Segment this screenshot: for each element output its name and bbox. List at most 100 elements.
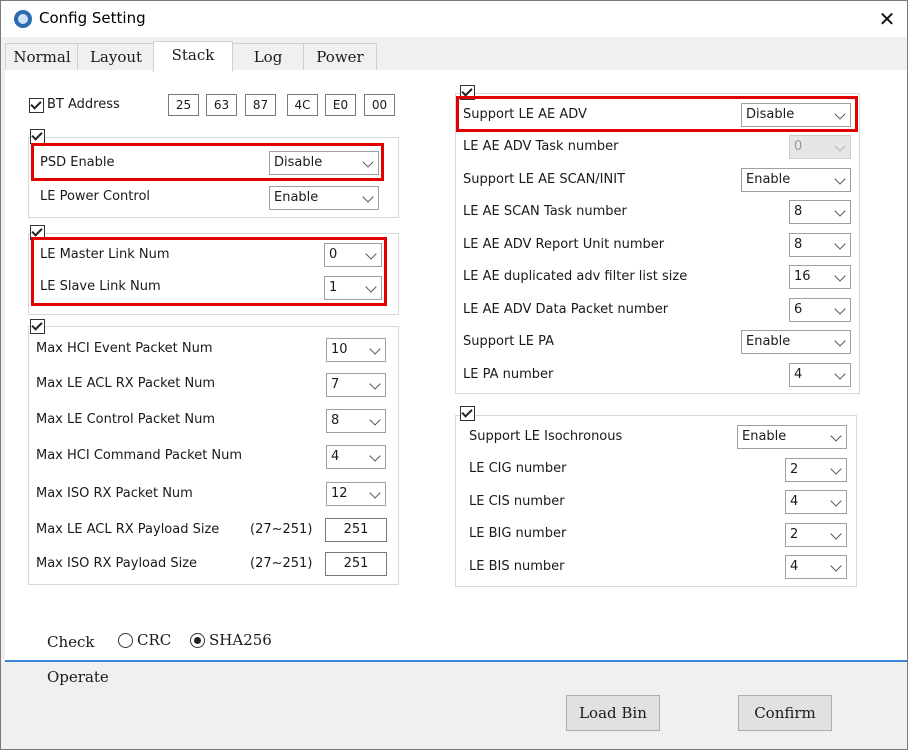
max-hci-command-packet-num-select[interactable]: 4 <box>326 445 386 469</box>
bt-address-byte-3[interactable]: 87 <box>245 94 276 116</box>
le-bis-number-label: LE BIS number <box>469 559 565 574</box>
max-iso-rx-packet-num-select[interactable]: 12 <box>326 482 386 506</box>
operate-label: Operate <box>47 668 109 686</box>
le-ae-adv-data-packet-number-value: 6 <box>794 302 803 317</box>
config-setting-window: Config Setting ✕ Normal Layout Stack Log… <box>0 0 908 750</box>
chevron-down-icon <box>369 414 381 426</box>
support-le-isochronous-value: Enable <box>742 429 787 444</box>
bt-address-byte-1[interactable]: 25 <box>168 94 199 116</box>
le-power-control-select[interactable]: Enable <box>269 186 379 210</box>
max-le-control-packet-num-value: 8 <box>331 413 340 428</box>
le-cis-number-select[interactable]: 4 <box>785 490 847 514</box>
tab-log[interactable]: Log <box>231 43 305 70</box>
chevron-down-icon <box>834 140 846 152</box>
iso-payload-range: (27~251) <box>250 556 313 571</box>
le-cis-number-label: LE CIS number <box>469 494 565 509</box>
chevron-down-icon <box>834 270 846 282</box>
le-pa-number-select[interactable]: 4 <box>789 363 851 387</box>
close-icon[interactable]: ✕ <box>869 5 905 33</box>
max-hci-command-packet-num-label: Max HCI Command Packet Num <box>36 448 243 463</box>
bt-address-byte-6[interactable]: 00 <box>364 94 395 116</box>
tab-power[interactable]: Power <box>303 43 377 70</box>
le-big-number-label: LE BIG number <box>469 526 567 541</box>
support-le-pa-select[interactable]: Enable <box>741 330 851 354</box>
max-le-acl-rx-packet-num-value: 7 <box>331 377 340 392</box>
max-iso-rx-payload-size-input[interactable]: 251 <box>325 552 387 576</box>
support-le-ae-scan-init-value: Enable <box>746 172 791 187</box>
psd-group-checkbox[interactable] <box>30 129 45 144</box>
support-le-isochronous-select[interactable]: Enable <box>737 425 847 449</box>
packet-group-checkbox[interactable] <box>30 319 45 334</box>
sha256-radio[interactable] <box>190 633 205 648</box>
tab-normal[interactable]: Normal <box>5 43 79 70</box>
le-ae-duplicated-adv-filter-list-size-value: 16 <box>794 269 811 284</box>
confirm-button[interactable]: Confirm <box>738 695 832 731</box>
support-le-ae-scan-init-label: Support LE AE SCAN/INIT <box>463 172 626 187</box>
max-le-control-packet-num-select[interactable]: 8 <box>326 409 386 433</box>
chevron-down-icon <box>834 173 846 185</box>
le-cig-number-value: 2 <box>790 462 799 477</box>
chevron-down-icon <box>834 238 846 250</box>
le-ae-duplicated-adv-filter-list-size-select[interactable]: 16 <box>789 265 851 289</box>
le-pa-number-label: LE PA number <box>463 367 554 382</box>
max-hci-event-packet-num-select[interactable]: 10 <box>326 338 386 362</box>
le-ae-adv-report-unit-number-select[interactable]: 8 <box>789 233 851 257</box>
chevron-down-icon <box>834 205 846 217</box>
le-cig-number-select[interactable]: 2 <box>785 458 847 482</box>
le-bis-number-value: 4 <box>790 559 799 574</box>
chevron-down-icon <box>830 528 842 540</box>
app-logo-icon <box>14 10 32 28</box>
max-le-acl-rx-packet-num-select[interactable]: 7 <box>326 373 386 397</box>
le-big-number-select[interactable]: 2 <box>785 523 847 547</box>
le-ae-adv-data-packet-number-label: LE AE ADV Data Packet number <box>463 302 669 317</box>
bt-address-byte-5[interactable]: E0 <box>325 94 356 116</box>
sha256-radio-label: SHA256 <box>209 631 272 649</box>
chevron-down-icon <box>834 303 846 315</box>
le-power-control-value: Enable <box>274 190 319 205</box>
support-le-isochronous-label: Support LE Isochronous <box>469 429 623 444</box>
support-le-pa-label: Support LE PA <box>463 334 555 349</box>
load-bin-button[interactable]: Load Bin <box>566 695 660 731</box>
chevron-down-icon <box>830 495 842 507</box>
le-ae-scan-task-number-label: LE AE SCAN Task number <box>463 204 627 219</box>
le-big-number-value: 2 <box>790 527 799 542</box>
le-pa-number-value: 4 <box>794 367 803 382</box>
max-le-acl-rx-payload-size-label: Max LE ACL RX Payload Size <box>36 522 220 537</box>
max-hci-command-packet-num-value: 4 <box>331 449 340 464</box>
le-cig-number-label: LE CIG number <box>469 461 567 476</box>
chevron-down-icon <box>830 560 842 572</box>
chevron-down-icon <box>362 191 374 203</box>
tab-stack[interactable]: Stack <box>153 41 233 72</box>
max-iso-rx-packet-num-value: 12 <box>331 486 348 501</box>
max-le-acl-rx-payload-size-input[interactable]: 251 <box>325 518 387 542</box>
le-ae-adv-report-unit-number-value: 8 <box>794 237 803 252</box>
max-le-control-packet-num-label: Max LE Control Packet Num <box>36 412 216 427</box>
le-ae-adv-report-unit-number-label: LE AE ADV Report Unit number <box>463 237 665 252</box>
le-ae-adv-data-packet-number-select[interactable]: 6 <box>789 298 851 322</box>
le-cis-number-value: 4 <box>790 494 799 509</box>
le-ae-adv-task-number-value: 0 <box>794 139 803 154</box>
support-le-pa-value: Enable <box>746 334 791 349</box>
divider-line <box>5 660 907 662</box>
le-isochronous-group-checkbox[interactable] <box>460 406 475 421</box>
max-hci-event-packet-num-value: 10 <box>331 342 348 357</box>
chevron-down-icon <box>830 430 842 442</box>
support-le-ae-scan-init-select[interactable]: Enable <box>741 168 851 192</box>
crc-radio[interactable] <box>118 633 133 648</box>
max-hci-event-packet-num-label: Max HCI Event Packet Num <box>36 341 213 356</box>
le-bis-number-select[interactable]: 4 <box>785 555 847 579</box>
le-ae-scan-task-number-value: 8 <box>794 204 803 219</box>
chevron-down-icon <box>369 487 381 499</box>
highlight-link-num <box>31 237 387 306</box>
bt-address-checkbox[interactable] <box>29 98 44 113</box>
le-ae-scan-task-number-select[interactable]: 8 <box>789 200 851 224</box>
crc-radio-label: CRC <box>137 631 172 649</box>
chevron-down-icon <box>369 378 381 390</box>
le-ae-adv-task-number-label: LE AE ADV Task number <box>463 139 619 154</box>
window-title: Config Setting <box>39 9 146 27</box>
max-iso-rx-packet-num-label: Max ISO RX Packet Num <box>36 486 193 501</box>
bt-address-byte-2[interactable]: 63 <box>206 94 237 116</box>
tab-layout[interactable]: Layout <box>77 43 155 70</box>
bt-address-byte-4[interactable]: 4C <box>287 94 318 116</box>
chevron-down-icon <box>369 343 381 355</box>
